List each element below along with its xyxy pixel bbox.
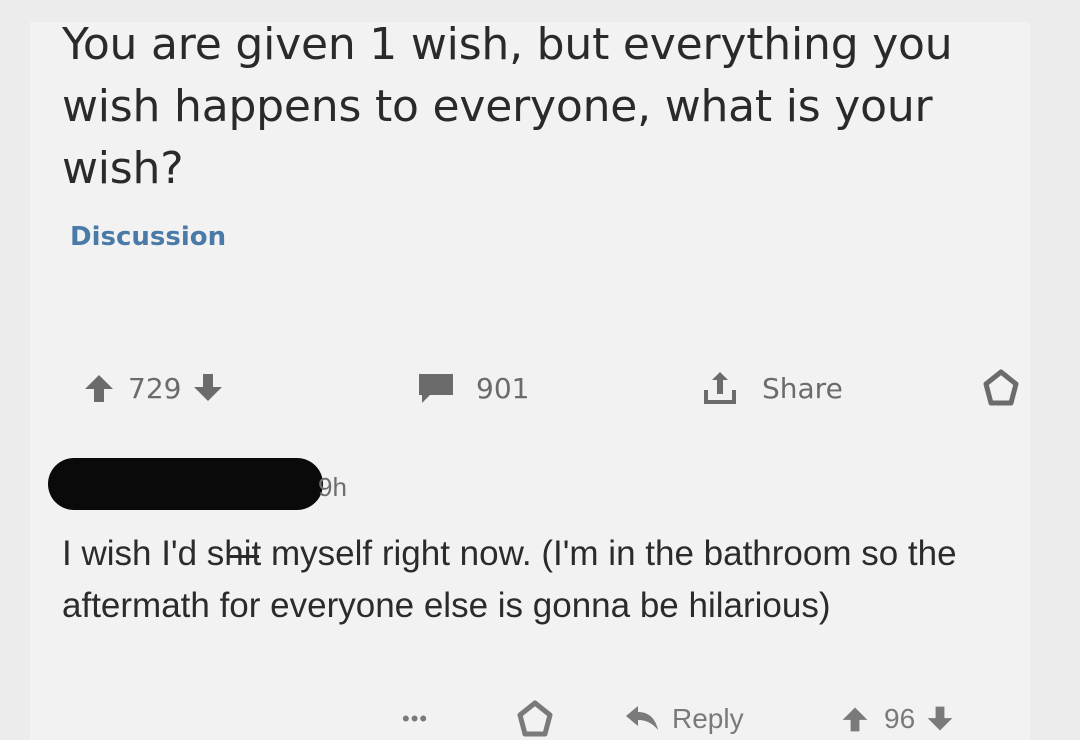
reply-label: Reply <box>672 703 744 734</box>
save-icon <box>980 368 1022 408</box>
comment-icon <box>416 371 456 405</box>
upvote-icon[interactable] <box>82 371 116 405</box>
flair-badge[interactable]: Discussion <box>70 222 226 252</box>
comment-text: I wish I'd shit myself right now. (I'm i… <box>62 528 992 632</box>
share-label: Share <box>762 371 843 405</box>
comment-score: 96 <box>884 703 916 734</box>
comment-count: 901 <box>476 371 530 405</box>
post-action-bar: 729 901 Share <box>0 360 1080 416</box>
vote-group: 729 <box>82 360 225 416</box>
comment-timestamp: 9h <box>318 472 347 502</box>
save-icon <box>514 699 556 739</box>
redacted-username <box>48 458 323 510</box>
share-button[interactable]: Share <box>700 360 843 416</box>
reply-button[interactable]: Reply <box>624 698 744 740</box>
comment-save-button[interactable] <box>514 698 556 740</box>
post-score: 729 <box>128 371 182 405</box>
struck-word: hit <box>224 528 261 580</box>
comment-text-start: I wish I'd s <box>62 534 225 573</box>
more-options-button[interactable]: ••• <box>402 698 428 740</box>
comment-vote-group: 96 <box>840 698 955 740</box>
comments-button[interactable]: 901 <box>416 360 529 416</box>
downvote-icon[interactable] <box>925 704 955 734</box>
more-icon: ••• <box>402 706 429 731</box>
upvote-icon[interactable] <box>840 704 870 734</box>
comment-action-bar: ••• Reply 96 <box>0 698 1080 740</box>
post-title[interactable]: You are given 1 wish, but everything you… <box>62 14 992 200</box>
downvote-icon[interactable] <box>191 371 225 405</box>
share-icon <box>700 368 740 408</box>
reply-icon <box>624 704 660 734</box>
save-button[interactable] <box>980 360 1022 416</box>
